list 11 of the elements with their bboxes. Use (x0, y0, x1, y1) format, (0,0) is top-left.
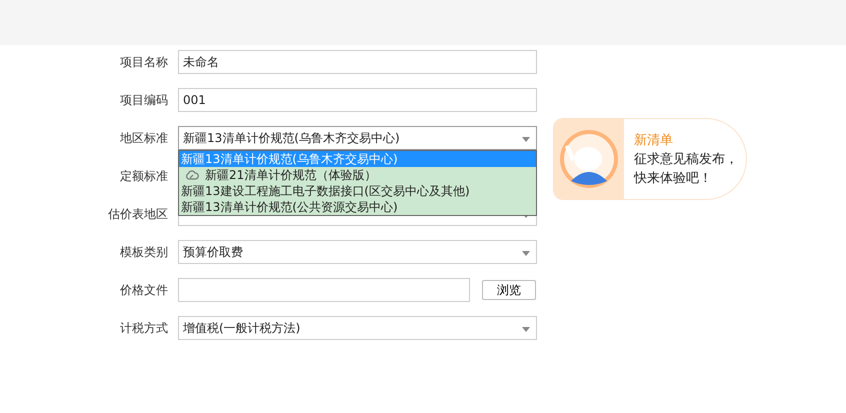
promo-text: 征求意见稿发布， (634, 151, 738, 168)
field-label: 项目名称 (119, 54, 168, 70)
field-label: 地区标准 (119, 130, 168, 146)
field-label: 模板类别 (119, 244, 168, 260)
field-label: 项目编码 (119, 92, 168, 108)
field-label: 价格文件 (119, 282, 168, 298)
field-label: 计税方式 (119, 320, 168, 336)
promo-text: 快来体验吧！ (634, 170, 713, 187)
promo-title: 新清单 (634, 132, 674, 149)
field-label: 定额标准 (119, 168, 168, 184)
field-label: 估价表地区 (107, 206, 168, 222)
